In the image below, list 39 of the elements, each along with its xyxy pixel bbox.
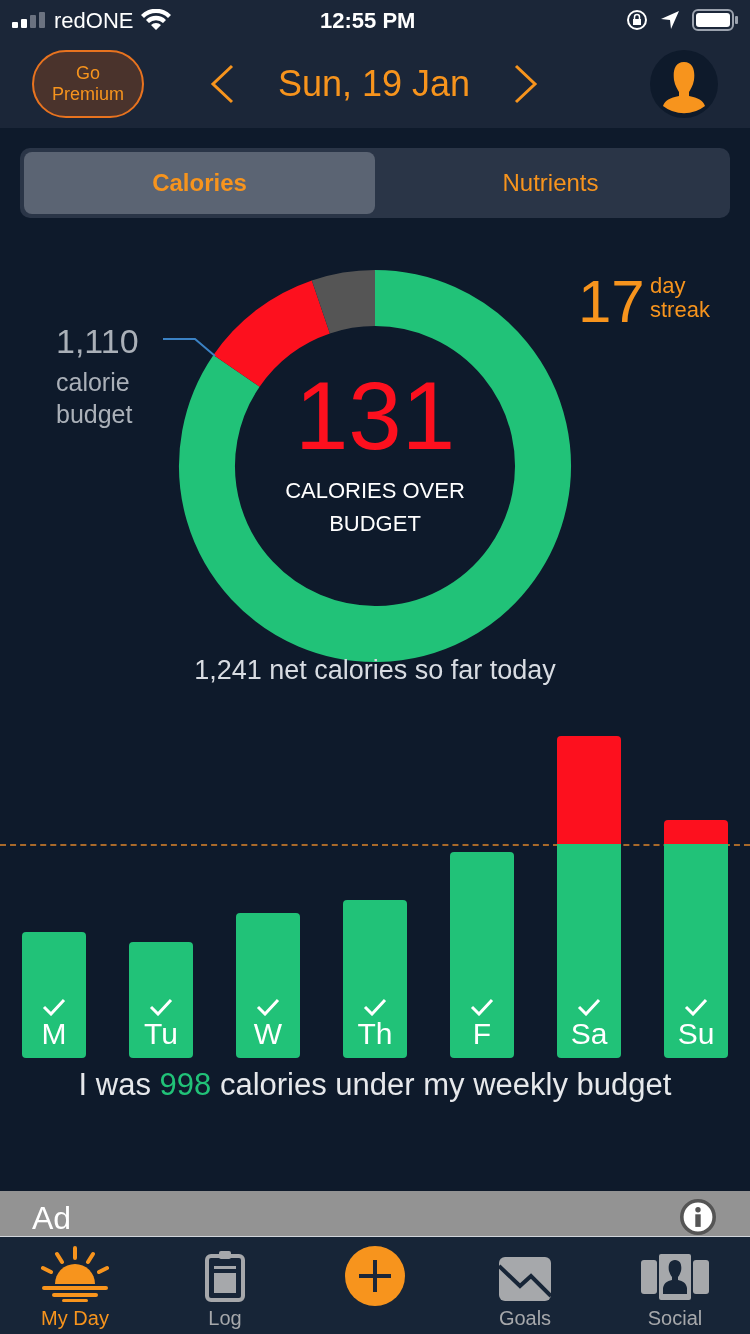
- sunrise-icon[interactable]: [40, 1246, 110, 1302]
- date-label: Sun, 19 Jan: [276, 62, 472, 106]
- battery-icon: [692, 9, 738, 31]
- day-label: Sa: [570, 1016, 608, 1052]
- clock-time: 12:55 PM: [320, 6, 416, 35]
- calories-over-label: CALORIES OVER BUDGET: [284, 477, 466, 538]
- budget-value: 1,110: [56, 321, 139, 362]
- day-label: Th: [357, 1016, 393, 1052]
- streak-label: day streak: [650, 274, 711, 322]
- carrier-name: redONE: [54, 6, 134, 35]
- line-chart-icon[interactable]: [498, 1256, 552, 1302]
- signal-icon: [12, 12, 48, 28]
- day-label: Tu: [144, 1016, 178, 1052]
- info-icon[interactable]: [678, 1199, 718, 1235]
- streak-number: 17: [578, 272, 645, 332]
- calories-over-value: 131: [293, 368, 457, 464]
- tab-bar-item[interactable]: My Day: [0, 1237, 150, 1334]
- wifi-icon: [141, 9, 172, 31]
- leader-line: [162, 338, 216, 357]
- tab[interactable]: Nutrients: [375, 152, 726, 214]
- people-icon[interactable]: [640, 1252, 710, 1302]
- clipboard-icon[interactable]: [205, 1250, 245, 1302]
- day-label: F: [472, 1016, 492, 1052]
- net-calories-text: 1,241 net calories so far today: [193, 654, 557, 687]
- tab-bar-item[interactable]: Log: [150, 1237, 300, 1334]
- go-premium-button[interactable]: Go Premium: [32, 50, 144, 118]
- location-icon: [660, 10, 680, 30]
- weekly-summary-text: I was 998 calories under my weekly budget: [77, 1066, 673, 1104]
- day-label: W: [253, 1016, 283, 1052]
- ad-label: Ad: [32, 1200, 72, 1236]
- day-label: Su: [677, 1016, 715, 1052]
- over-budget-segment: [664, 820, 728, 844]
- profile-avatar-icon[interactable]: [650, 50, 718, 118]
- tab-bar-item[interactable]: Social: [600, 1237, 750, 1334]
- tab-bar-item[interactable]: Goals: [450, 1237, 600, 1334]
- day-label: M: [41, 1016, 67, 1052]
- rotation-lock-icon: [626, 9, 648, 31]
- budget-label: calorie budget: [56, 367, 134, 430]
- add-icon[interactable]: [344, 1245, 406, 1307]
